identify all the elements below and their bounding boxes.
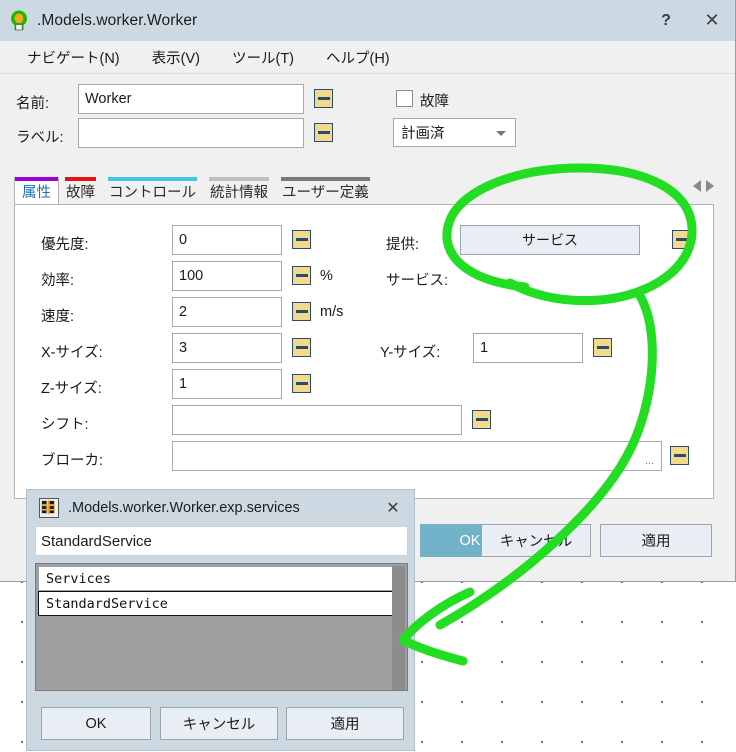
tab-user-defined[interactable]: ユーザー定義 — [275, 177, 376, 205]
status-dropdown[interactable]: 計画済 — [393, 118, 516, 147]
failure-checkbox[interactable] — [396, 90, 413, 107]
label-input[interactable] — [78, 118, 304, 148]
list-item[interactable]: Services — [38, 566, 405, 591]
menu-item-view[interactable]: 表示(V) — [139, 44, 213, 71]
cancel-button[interactable]: キャンセル — [481, 524, 591, 557]
tab-failure[interactable]: 故障 — [59, 177, 102, 205]
list-item[interactable]: StandardService — [38, 591, 405, 616]
services-apply-button[interactable]: 適用 — [286, 707, 404, 740]
services-dialog-close-icon[interactable]: ✕ — [372, 490, 414, 526]
top-form: 名前: ラベル: 故障 計画済 — [0, 74, 735, 160]
attributes-panel: 優先度: 効率: % 速度: m/s X-サイズ: Z-サイズ: シフト: ブロ… — [14, 204, 714, 499]
broker-ellipsis[interactable]: ... — [645, 455, 654, 467]
services-cancel-button[interactable]: キャンセル — [160, 707, 278, 740]
tab-navigation — [693, 180, 714, 192]
name-label: 名前: — [16, 92, 49, 113]
menu-item-navigate[interactable]: ナビゲート(N) — [14, 44, 133, 71]
shift-label: シフト: — [41, 413, 89, 434]
x-size-property-button[interactable] — [292, 338, 311, 357]
broker-property-button[interactable] — [670, 446, 689, 465]
z-size-label: Z-サイズ: — [41, 377, 102, 398]
y-size-input[interactable] — [473, 333, 583, 363]
label-property-button[interactable] — [314, 123, 333, 142]
apply-button[interactable]: 適用 — [600, 524, 712, 557]
y-size-property-button[interactable] — [593, 338, 612, 357]
close-icon[interactable]: ✕ — [689, 0, 735, 41]
worker-green-icon — [8, 10, 30, 32]
tab-color-indicator — [108, 177, 197, 181]
tab-label: コントロール — [109, 181, 196, 202]
tab-strip: 属性 故障 コントロール 統計情報 ユーザー定義 — [14, 177, 714, 205]
efficiency-property-button[interactable] — [292, 266, 311, 285]
tab-next-arrow-icon[interactable] — [706, 180, 714, 192]
speed-unit: m/s — [320, 304, 343, 320]
y-size-label: Y-サイズ: — [380, 341, 440, 362]
service-label: サービス: — [386, 269, 448, 290]
z-size-property-button[interactable] — [292, 374, 311, 393]
services-dialog-title: .Models.worker.Worker.exp.services — [68, 500, 300, 516]
priority-input[interactable] — [172, 225, 282, 255]
shift-input[interactable] — [172, 405, 462, 435]
provide-property-button[interactable] — [672, 230, 691, 249]
name-input[interactable] — [78, 84, 304, 114]
help-button[interactable]: ? — [643, 0, 689, 41]
tab-color-indicator — [281, 177, 370, 181]
failure-checkbox-label: 故障 — [420, 90, 449, 111]
efficiency-input[interactable] — [172, 261, 282, 291]
tab-color-indicator — [15, 177, 58, 181]
tab-color-indicator — [65, 177, 96, 181]
tab-attributes[interactable]: 属性 — [14, 177, 59, 205]
services-dialog-buttons: OK キャンセル 適用 — [27, 697, 416, 752]
menubar: ナビゲート(N) 表示(V) ツール(T) ヘルプ(H) — [0, 41, 735, 74]
menu-item-tools[interactable]: ツール(T) — [219, 44, 307, 71]
services-dialog-titlebar: .Models.worker.Worker.exp.services ✕ — [27, 490, 414, 526]
window-titlebar: .Models.worker.Worker ? ✕ — [0, 0, 735, 41]
z-size-input[interactable] — [172, 369, 282, 399]
speed-input[interactable] — [172, 297, 282, 327]
service-value: - — [471, 268, 476, 284]
service-button[interactable]: サービス — [460, 225, 640, 255]
tab-label: 統計情報 — [210, 181, 268, 202]
label-label: ラベル: — [16, 126, 64, 147]
efficiency-label: 効率: — [41, 269, 74, 290]
tab-prev-arrow-icon[interactable] — [693, 180, 701, 192]
chevron-down-icon — [496, 131, 506, 136]
tab-label: ユーザー定義 — [282, 181, 369, 202]
tab-color-indicator — [209, 177, 269, 181]
tab-label: 属性 — [22, 181, 51, 202]
services-filter-input[interactable] — [35, 526, 408, 556]
name-property-button[interactable] — [314, 89, 333, 108]
speed-label: 速度: — [41, 305, 74, 326]
speed-property-button[interactable] — [292, 302, 311, 321]
broker-label: ブローカ: — [41, 449, 103, 470]
x-size-input[interactable] — [172, 333, 282, 363]
provide-label: 提供: — [386, 233, 419, 254]
x-size-label: X-サイズ: — [41, 341, 103, 362]
status-dropdown-value: 計画済 — [401, 122, 445, 143]
broker-input[interactable] — [172, 441, 662, 471]
tab-label: 故障 — [66, 181, 95, 202]
menu-item-help[interactable]: ヘルプ(H) — [313, 44, 403, 71]
table-grid-icon — [39, 498, 59, 518]
window-controls: ? ✕ — [643, 0, 735, 41]
priority-label: 優先度: — [41, 233, 89, 254]
services-list-scrollbar[interactable] — [392, 566, 405, 690]
tab-controls[interactable]: コントロール — [102, 177, 203, 205]
priority-property-button[interactable] — [292, 230, 311, 249]
services-ok-button[interactable]: OK — [41, 707, 151, 740]
services-dialog: .Models.worker.Worker.exp.services ✕ Ser… — [26, 489, 415, 751]
window-title: .Models.worker.Worker — [37, 12, 197, 30]
tab-statistics[interactable]: 統計情報 — [203, 177, 275, 205]
efficiency-unit: % — [320, 268, 333, 284]
services-list[interactable]: Services StandardService — [35, 563, 408, 691]
shift-property-button[interactable] — [472, 410, 491, 429]
